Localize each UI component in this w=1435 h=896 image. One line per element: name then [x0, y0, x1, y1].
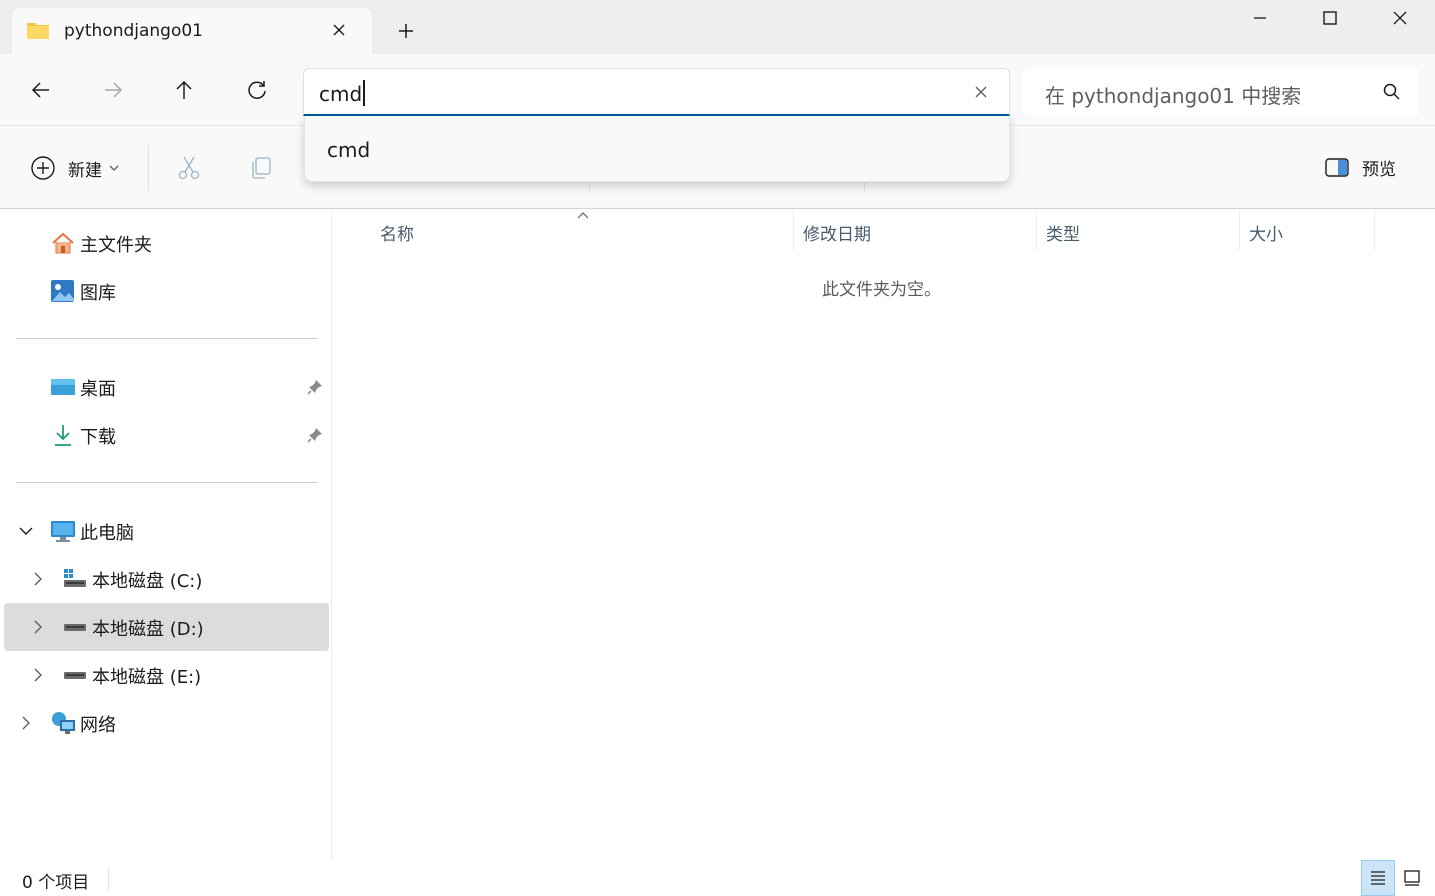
column-divider[interactable]	[1239, 210, 1240, 250]
preview-label: 预览	[1362, 160, 1396, 180]
chevron-right-icon[interactable]	[29, 618, 47, 636]
status-divider	[108, 868, 109, 890]
tab-pythondjango01[interactable]: pythondjango01	[12, 8, 372, 54]
new-button-label: 新建	[68, 160, 102, 181]
cut-icon[interactable]	[176, 155, 202, 181]
close-icon	[333, 24, 345, 36]
column-divider[interactable]	[1036, 210, 1037, 250]
plus-circle-icon	[31, 156, 55, 180]
sidebar-item-drive-c[interactable]: 本地磁盘 (C:)	[4, 555, 329, 603]
sidebar-item-label: 本地磁盘 (D:)	[92, 619, 204, 640]
folder-icon	[27, 23, 49, 39]
text-caret	[363, 80, 365, 106]
pin-icon[interactable]	[306, 378, 324, 396]
column-header-name[interactable]: 名称	[380, 220, 414, 245]
sidebar-item-network[interactable]: 网络	[4, 699, 329, 747]
sidebar-item-label: 此电脑	[80, 523, 134, 544]
refresh-button[interactable]	[243, 76, 271, 104]
sidebar-item-label: 主文件夹	[80, 235, 152, 256]
tab-close-button[interactable]	[328, 19, 350, 41]
navigation-pane: 主文件夹 图库 桌面 下载 此电脑 本地磁盘 (C:) 本地磁盘 (D:) 本地…	[0, 210, 332, 860]
copy-icon[interactable]	[248, 155, 274, 181]
sidebar-item-downloads[interactable]: 下载	[4, 411, 329, 459]
sidebar-item-desktop[interactable]: 桌面	[4, 363, 329, 411]
sidebar-divider	[16, 338, 318, 339]
file-explorer-window: pythondjango01 cmd 在 pythondjango01 中搜索 …	[0, 0, 1435, 896]
new-tab-button[interactable]	[394, 19, 418, 43]
arrow-left-icon	[31, 82, 49, 98]
title-bar: pythondjango01	[0, 0, 1435, 54]
search-input[interactable]: 在 pythondjango01 中搜索	[1045, 80, 1301, 109]
search-icon[interactable]	[1381, 81, 1403, 103]
column-header-size[interactable]: 大小	[1249, 220, 1283, 245]
chevron-down-icon	[109, 165, 119, 171]
sidebar-item-label: 网络	[80, 715, 116, 736]
sidebar-item-label: 下载	[80, 427, 116, 448]
network-icon	[52, 712, 75, 734]
sidebar-item-label: 本地磁盘 (E:)	[92, 667, 202, 688]
details-view-button[interactable]	[1361, 860, 1395, 896]
details-view-icon	[1371, 871, 1385, 885]
column-header-type[interactable]: 类型	[1046, 220, 1080, 245]
file-list: 名称 修改日期 类型 大小 此文件夹为空。	[333, 210, 1435, 860]
toolbar-divider	[148, 145, 149, 191]
column-divider[interactable]	[1374, 210, 1375, 250]
sidebar-divider	[16, 482, 318, 483]
computer-icon	[51, 521, 75, 542]
sidebar-item-this-pc[interactable]: 此电脑	[4, 507, 329, 555]
tiles-view-button[interactable]	[1395, 860, 1429, 896]
chevron-right-icon[interactable]	[17, 714, 35, 732]
new-button[interactable]: 新建	[30, 153, 120, 183]
preview-pane-icon	[1325, 157, 1349, 177]
address-bar[interactable]: cmd	[303, 68, 1010, 116]
up-button[interactable]	[170, 76, 198, 104]
search-box[interactable]: 在 pythondjango01 中搜索	[1023, 68, 1419, 116]
minimize-button[interactable]	[1225, 0, 1295, 36]
sort-ascending-icon	[577, 212, 589, 219]
gallery-icon	[51, 280, 74, 302]
preview-button[interactable]: 预览	[1324, 155, 1396, 180]
item-count: 0 个项目	[22, 873, 90, 893]
close-icon	[975, 86, 987, 98]
arrow-right-icon	[105, 82, 123, 98]
sidebar-item-drive-e[interactable]: 本地磁盘 (E:)	[4, 651, 329, 699]
windows-drive-icon	[64, 569, 86, 587]
chevron-down-icon[interactable]	[17, 522, 35, 540]
back-button[interactable]	[27, 76, 55, 104]
sidebar-item-drive-d[interactable]: 本地磁盘 (D:)	[4, 603, 329, 651]
empty-folder-message: 此文件夹为空。	[822, 280, 941, 300]
address-clear-button[interactable]	[970, 81, 992, 103]
chevron-right-icon[interactable]	[29, 666, 47, 684]
status-bar: 0 个项目	[0, 860, 1435, 896]
tiles-view-icon	[1404, 870, 1420, 886]
desktop-icon	[51, 379, 75, 395]
sidebar-item-gallery[interactable]: 图库	[4, 267, 329, 315]
address-input[interactable]: cmd	[319, 80, 365, 106]
plus-icon	[399, 24, 413, 38]
close-window-button[interactable]	[1365, 0, 1435, 36]
drive-icon	[64, 672, 86, 679]
forward-button[interactable]	[99, 76, 127, 104]
close-icon	[1393, 11, 1407, 25]
drive-icon	[64, 624, 86, 631]
sidebar-item-label: 桌面	[80, 379, 116, 400]
tab-title: pythondjango01	[64, 21, 203, 41]
chevron-right-icon[interactable]	[29, 570, 47, 588]
sidebar-item-label: 图库	[80, 283, 116, 304]
refresh-icon	[248, 81, 266, 99]
column-divider[interactable]	[793, 210, 794, 250]
home-icon	[52, 232, 74, 254]
column-header-date[interactable]: 修改日期	[803, 220, 871, 245]
sidebar-item-label: 本地磁盘 (C:)	[92, 571, 203, 592]
minimize-icon	[1254, 17, 1266, 19]
sidebar-item-home[interactable]: 主文件夹	[4, 219, 329, 267]
suggestion-item[interactable]: cmd	[327, 138, 370, 162]
download-icon	[55, 425, 71, 446]
pin-icon[interactable]	[306, 426, 324, 444]
maximize-icon	[1323, 11, 1337, 25]
address-suggestions: cmd	[304, 116, 1010, 182]
arrow-up-icon	[176, 80, 192, 99]
maximize-button[interactable]	[1295, 0, 1365, 36]
